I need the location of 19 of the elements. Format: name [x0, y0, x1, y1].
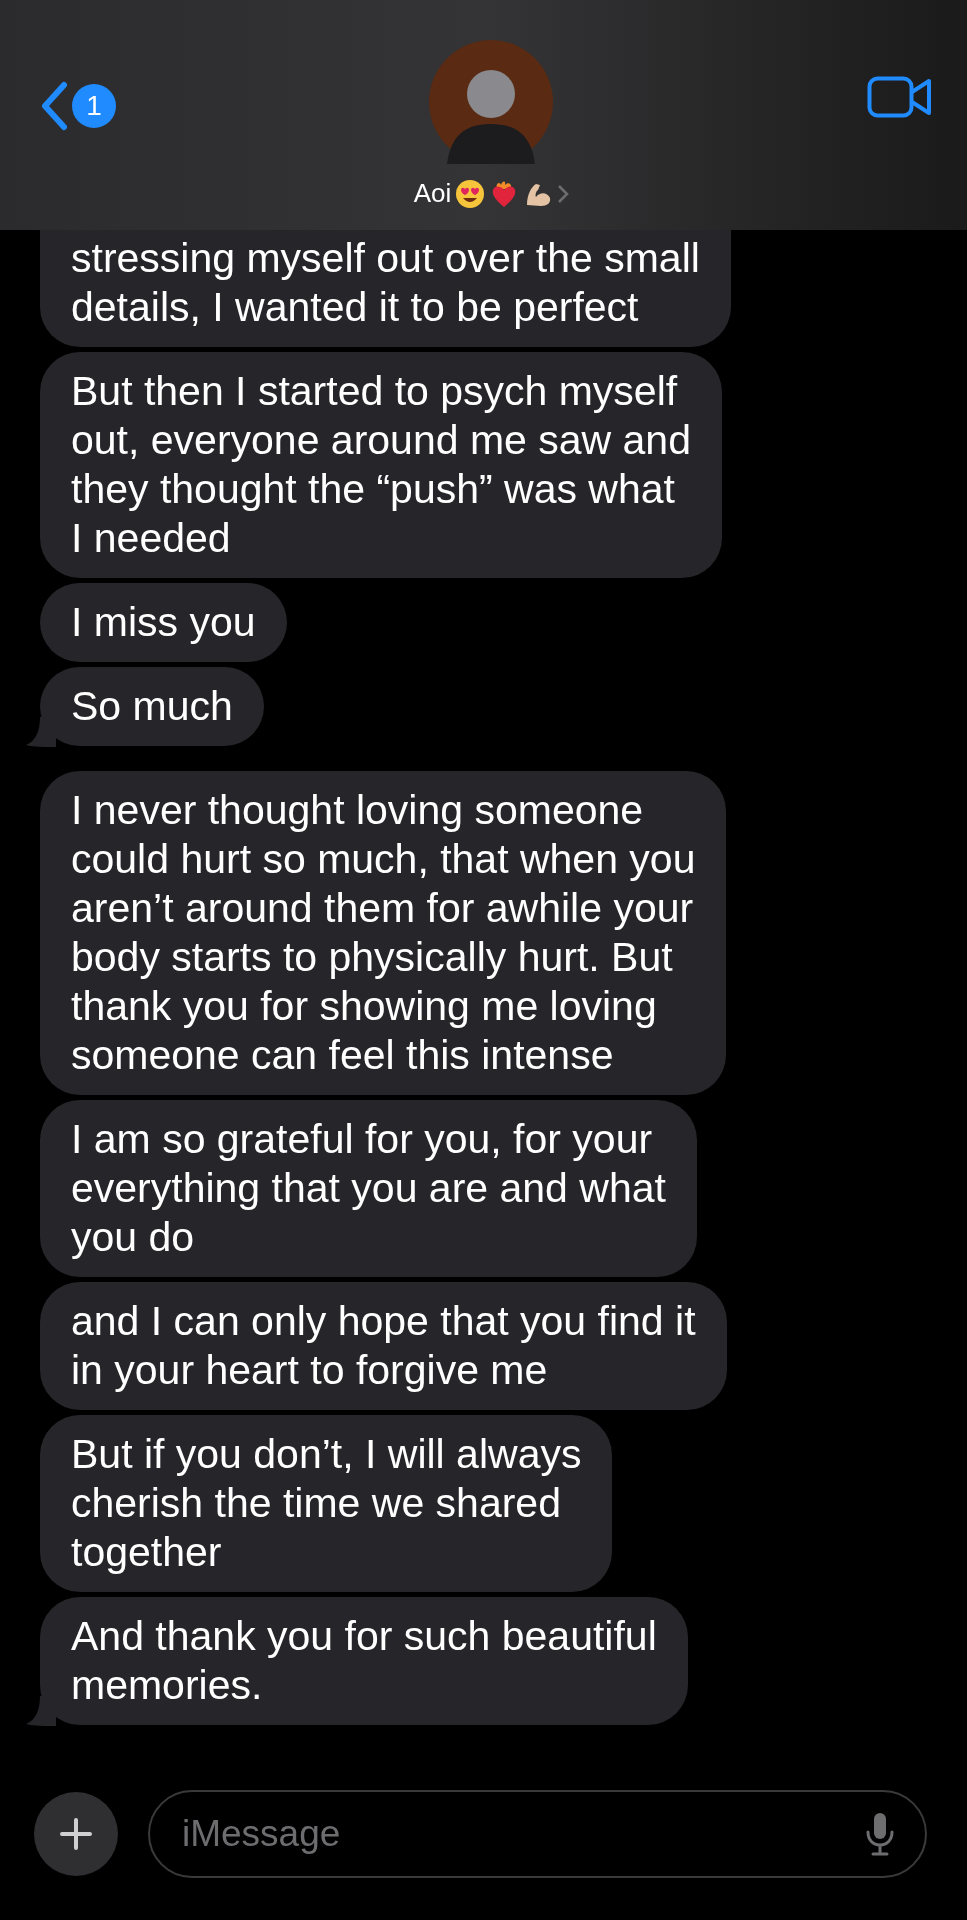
plus-icon	[59, 1817, 93, 1851]
message-input[interactable]: iMessage	[180, 1812, 865, 1856]
video-call-button[interactable]	[867, 76, 933, 121]
contact-name-button[interactable]: Aoi	[413, 178, 570, 209]
video-camera-icon	[867, 76, 933, 118]
back-chevron-icon	[40, 81, 68, 131]
heart-eyes-face-icon	[455, 178, 486, 209]
microphone-icon[interactable]	[865, 1812, 895, 1856]
unread-count: 1	[72, 84, 116, 128]
message-bubble: But if you don’t, I will always cherish the time we shared together	[40, 1415, 613, 1592]
avatar[interactable]	[429, 40, 554, 164]
message-bubble: But then I started to psych myself out, everyone around me saw and they thought the “push” was what I needed	[40, 352, 722, 578]
chevron-right-icon	[557, 183, 570, 204]
message-bubble: I am so grateful for you, for your everything that you are and what you do	[40, 1100, 697, 1277]
message-bubble: I miss you	[40, 583, 287, 662]
message-bubble: stressing myself out over the small details, I wanted it to be perfect	[40, 230, 731, 347]
message-field[interactable]: iMessage	[148, 1790, 927, 1878]
message-bubble: and I can only hope that you find it in your heart to forgive me	[40, 1282, 727, 1410]
message-bubble: I never thought loving someone could hurt so much, that when you aren’t around them for awhile your body starts to physically hurt. But thank you for showing me loving someone can feel this intense	[40, 771, 727, 1095]
